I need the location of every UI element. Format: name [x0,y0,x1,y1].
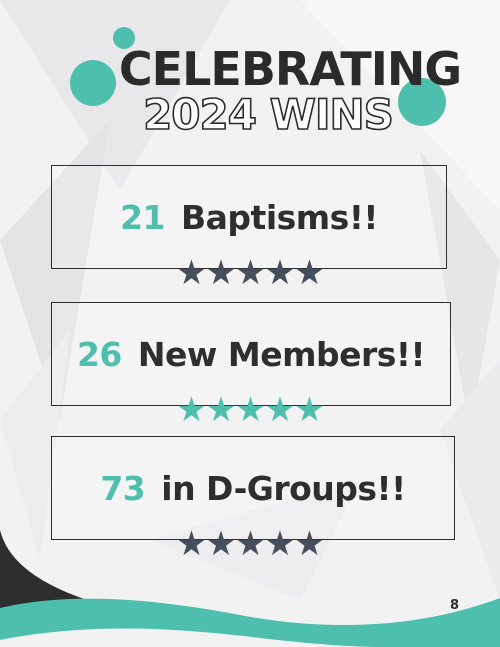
star-rating: ★★★★★ [176,253,324,293]
page-number: 8 [450,598,460,613]
win-label: Baptisms!! [181,197,378,237]
win-number: 26 [76,334,122,374]
win-label: New Members!! [137,334,426,374]
win-number: 21 [120,197,166,237]
win-label: in D-Groups!! [161,468,406,508]
title-line-1: CELEBRATING [118,42,462,96]
title-line-2: 2024 WINS [142,89,394,140]
win-number: 73 [100,468,146,508]
star-rating: ★★★★★ [176,390,324,430]
decor-waves [0,530,500,647]
